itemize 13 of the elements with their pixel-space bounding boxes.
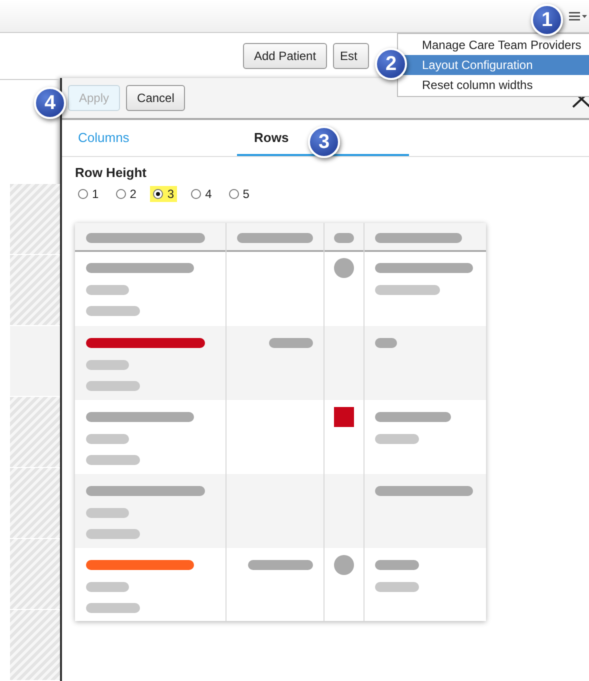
radio-option[interactable]: 4 xyxy=(188,186,215,202)
row-height-label: Row Height xyxy=(75,165,148,180)
radio-option[interactable]: 5 xyxy=(226,186,252,202)
add-patient-button[interactable]: Add Patient xyxy=(243,42,328,68)
radio-option[interactable]: 3 xyxy=(150,186,178,202)
menu-icon[interactable] xyxy=(569,10,587,22)
callout-tooltip: 2 xyxy=(375,48,407,80)
callout-tooltip: 3 xyxy=(308,126,340,158)
radio-option[interactable]: 2 xyxy=(112,186,140,202)
radio-option[interactable]: 1 xyxy=(75,186,102,202)
cancel-button[interactable]: Cancel xyxy=(126,85,186,111)
callout-tooltip: 4 xyxy=(34,87,66,119)
action-button[interactable]: Est xyxy=(333,42,370,68)
